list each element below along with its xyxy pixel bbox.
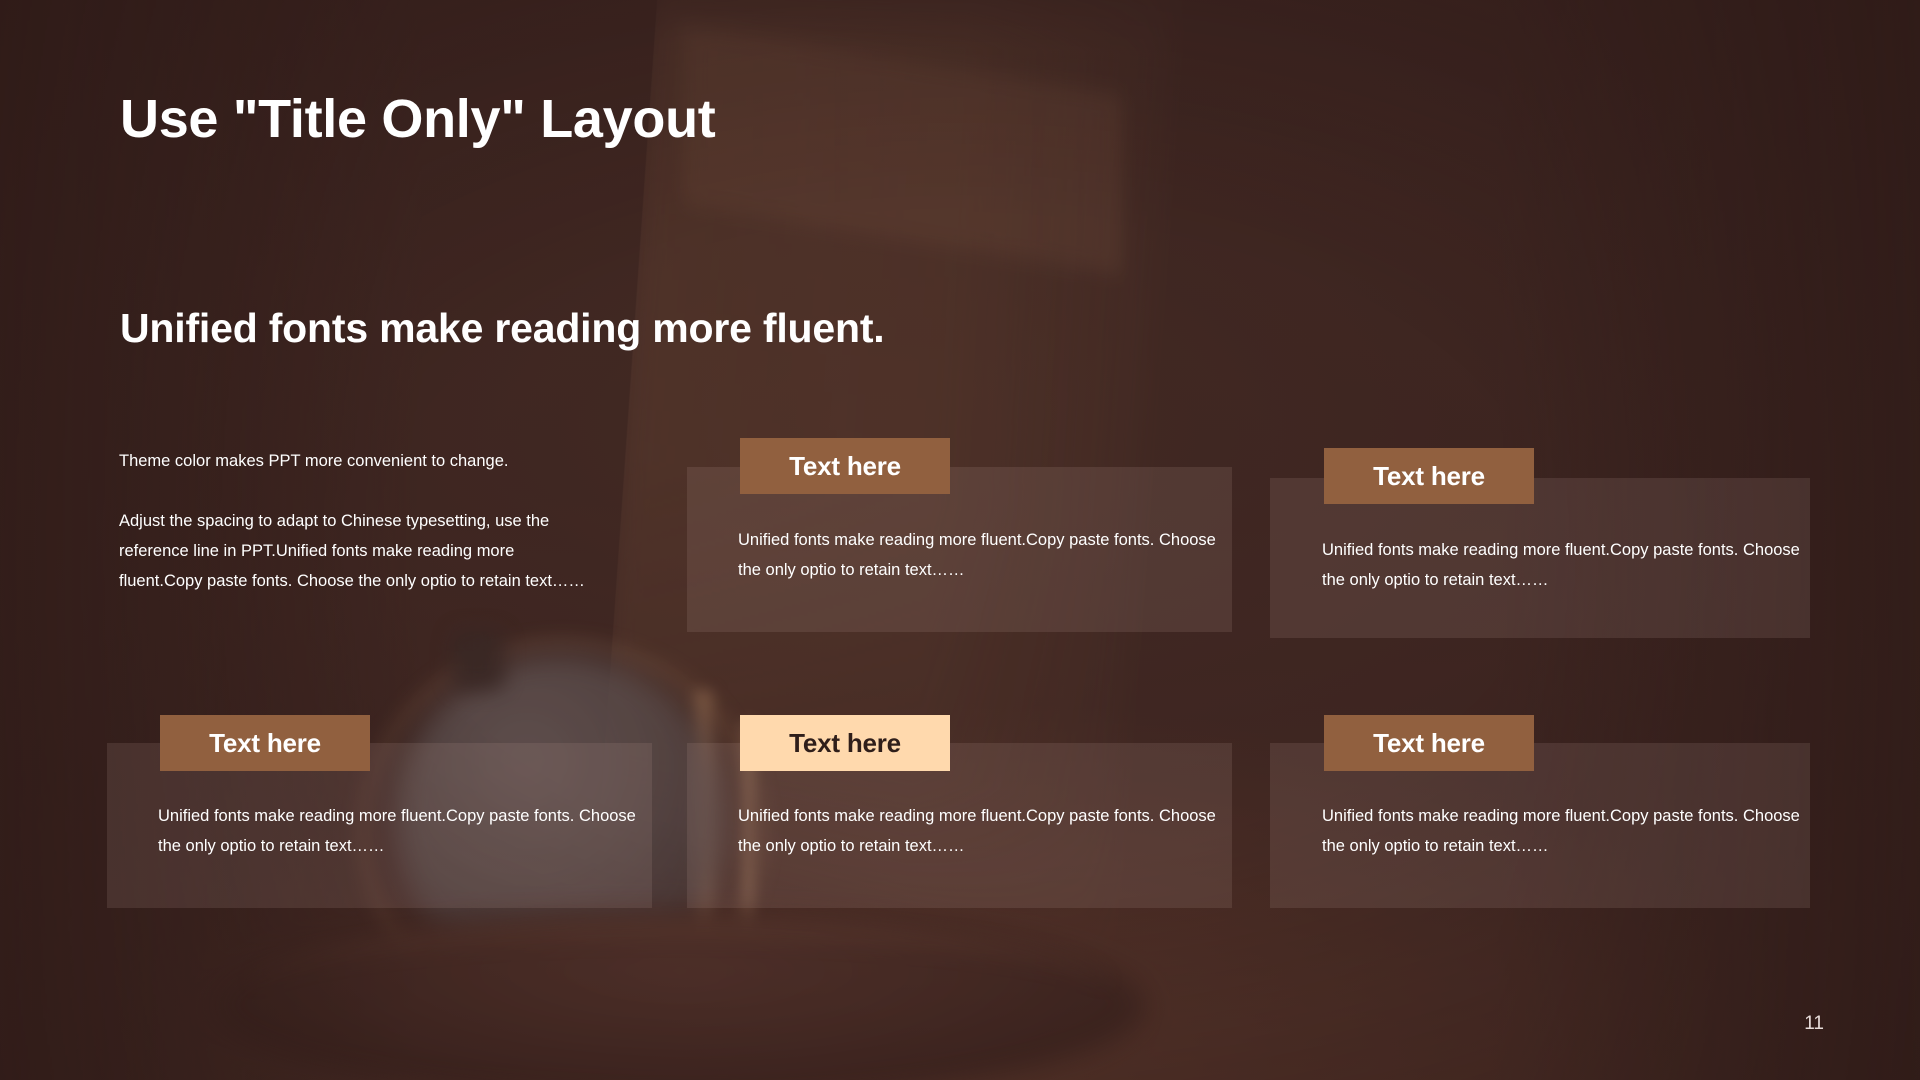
content-card-heading[interactable]: Text here xyxy=(160,715,370,771)
content-card-heading-highlighted[interactable]: Text here xyxy=(740,715,950,771)
content-card-body: Unified fonts make reading more fluent.C… xyxy=(738,531,1216,579)
content-card-body: Unified fonts make reading more fluent.C… xyxy=(1322,807,1800,855)
page-subtitle: Unified fonts make reading more fluent. xyxy=(120,305,885,351)
content-card-body: Unified fonts make reading more fluent.C… xyxy=(1322,541,1800,589)
presentation-slide: Use "Title Only" Layout Unified fonts ma… xyxy=(0,0,1920,1080)
content-card-heading[interactable]: Text here xyxy=(740,438,950,494)
page-title: Use "Title Only" Layout xyxy=(120,89,716,149)
intro-line-2: Adjust the spacing to adapt to Chinese t… xyxy=(119,512,585,590)
page-number: 11 xyxy=(1804,1013,1824,1034)
intro-spacer xyxy=(119,476,589,506)
content-card-body: Unified fonts make reading more fluent.C… xyxy=(738,807,1216,855)
intro-line-1: Theme color makes PPT more convenient to… xyxy=(119,452,509,470)
slide-content: Use "Title Only" Layout Unified fonts ma… xyxy=(0,0,1920,1080)
content-card-body: Unified fonts make reading more fluent.C… xyxy=(158,807,636,855)
content-card-heading[interactable]: Text here xyxy=(1324,715,1534,771)
intro-text-block: Theme color makes PPT more convenient to… xyxy=(119,446,589,596)
content-card-heading[interactable]: Text here xyxy=(1324,448,1534,504)
